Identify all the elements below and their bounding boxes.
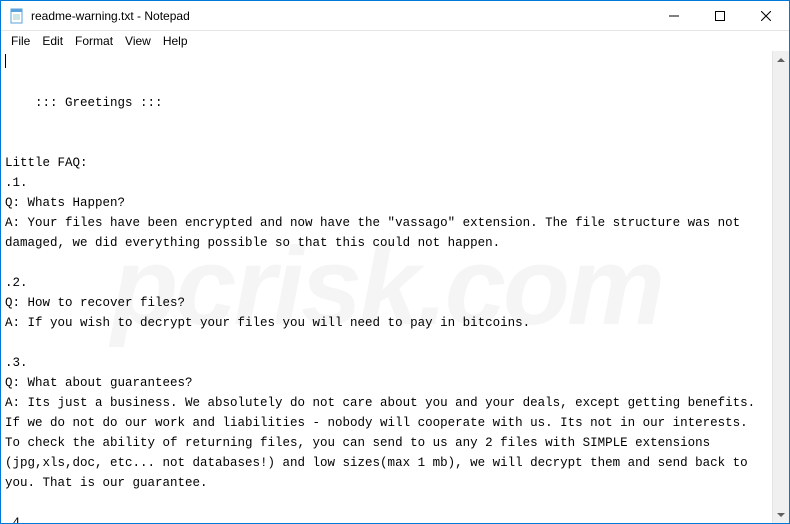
document-text: ::: Greetings ::: Little FAQ: .1. Q: Wha…	[5, 96, 763, 523]
scroll-up-arrow[interactable]	[773, 51, 789, 68]
scroll-track[interactable]	[773, 68, 789, 506]
notepad-icon	[9, 8, 25, 24]
menu-edit[interactable]: Edit	[36, 32, 69, 50]
titlebar: readme-warning.txt - Notepad	[1, 1, 789, 31]
window-controls	[651, 1, 789, 30]
close-button[interactable]	[743, 1, 789, 31]
window-title: readme-warning.txt - Notepad	[31, 9, 651, 23]
menu-view[interactable]: View	[119, 32, 157, 50]
vertical-scrollbar[interactable]	[772, 51, 789, 523]
menu-help[interactable]: Help	[157, 32, 194, 50]
scroll-down-arrow[interactable]	[773, 506, 789, 523]
maximize-button[interactable]	[697, 1, 743, 31]
minimize-button[interactable]	[651, 1, 697, 31]
text-area[interactable]: ::: Greetings ::: Little FAQ: .1. Q: Wha…	[1, 51, 772, 523]
menu-file[interactable]: File	[5, 32, 36, 50]
menu-format[interactable]: Format	[69, 32, 119, 50]
text-cursor	[5, 54, 6, 68]
menubar: File Edit Format View Help	[1, 31, 789, 51]
